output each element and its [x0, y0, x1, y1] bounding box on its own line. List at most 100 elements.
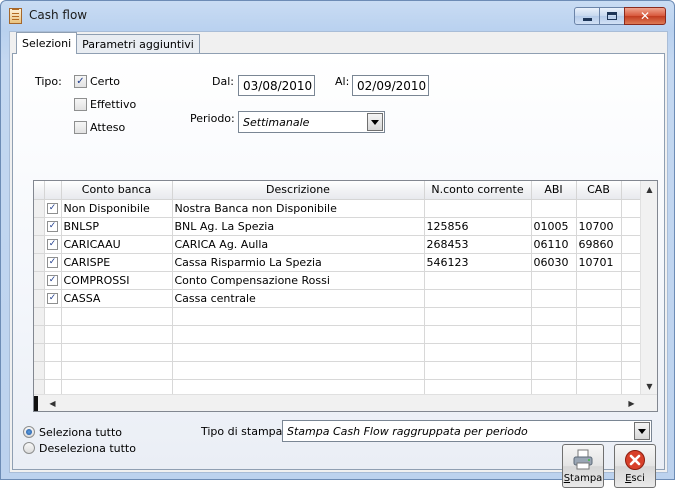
table-row[interactable]: ✓ CARISPE Cassa Risparmio La Spezia 546123 0…	[34, 253, 642, 272]
row-checkbox[interactable]: ✓	[47, 275, 58, 286]
window-controls: ✕	[574, 7, 666, 25]
column-header-cab[interactable]: CAB	[576, 181, 622, 200]
table-row[interactable]: ✓ COMPROSSI Conto Compensazione Rossi	[34, 271, 642, 290]
row-checkbox[interactable]: ✓	[47, 203, 58, 214]
cell-abi[interactable]: 01005	[531, 217, 577, 236]
column-header-descrizione[interactable]: Descrizione	[172, 181, 425, 200]
horizontal-scrollbar[interactable]: ◀ ▶	[34, 394, 657, 411]
seleziona-tutto-radio[interactable]	[23, 426, 35, 438]
cell-cab[interactable]	[576, 271, 622, 290]
cell-abi[interactable]: 06030	[531, 253, 577, 272]
row-checkbox-cell[interactable]: ✓	[44, 253, 62, 272]
row-indicator	[34, 325, 45, 344]
cell-conto-banca[interactable]: BNLSP	[61, 217, 173, 236]
row-checkbox[interactable]: ✓	[47, 239, 58, 250]
cell-abi[interactable]	[531, 271, 577, 290]
minimize-button[interactable]	[574, 7, 600, 25]
cell-abi[interactable]	[531, 199, 577, 218]
empty-row	[34, 361, 642, 380]
empty-cell	[61, 307, 173, 326]
cell-nconto[interactable]	[424, 289, 532, 308]
tipo-stampa-label: Tipo di stampa:	[201, 425, 287, 438]
cell-nconto[interactable]: 268453	[424, 235, 532, 254]
cell-cab[interactable]: 10700	[576, 217, 622, 236]
row-checkbox-cell[interactable]: ✓	[44, 235, 62, 254]
cell-conto-banca[interactable]: CARISPE	[61, 253, 173, 272]
row-indicator[interactable]	[34, 289, 45, 308]
row-checkbox-cell[interactable]: ✓	[44, 217, 62, 236]
row-checkbox[interactable]: ✓	[47, 293, 58, 304]
column-header-conto-banca[interactable]: Conto banca	[61, 181, 173, 200]
al-date-field[interactable]: 02/09/2010	[352, 75, 429, 96]
cell-descrizione[interactable]: Cassa centrale	[172, 289, 425, 308]
row-indicator[interactable]	[34, 199, 45, 218]
cell-cab[interactable]: 10701	[576, 253, 622, 272]
esci-button[interactable]: Esci	[614, 444, 656, 488]
cell-abi[interactable]	[531, 289, 577, 308]
table-row[interactable]: ✓ Non Disponibile Nostra Banca non Disponi…	[34, 199, 642, 218]
cell-descrizione[interactable]: CARICA Ag. Aulla	[172, 235, 425, 254]
cell-conto-banca[interactable]: CARICAAU	[61, 235, 173, 254]
cell-conto-banca[interactable]: CASSA	[61, 289, 173, 308]
tab-selezioni[interactable]: Selezioni	[16, 32, 78, 54]
atteso-checkbox[interactable]	[74, 121, 87, 134]
certo-checkbox[interactable]	[74, 75, 87, 88]
row-indicator[interactable]	[34, 253, 45, 272]
row-checkbox-cell[interactable]: ✓	[44, 199, 62, 218]
cell-extra	[621, 253, 642, 272]
effettivo-checkbox[interactable]	[74, 98, 87, 111]
row-checkbox-cell[interactable]: ✓	[44, 289, 62, 308]
app-icon	[9, 8, 22, 24]
row-indicator[interactable]	[34, 271, 45, 290]
cell-descrizione[interactable]: Cassa Risparmio La Spezia	[172, 253, 425, 272]
cell-abi[interactable]: 06110	[531, 235, 577, 254]
empty-cell	[424, 325, 532, 344]
row-indicator[interactable]	[34, 235, 45, 254]
cell-cab[interactable]: 69860	[576, 235, 622, 254]
empty-cell	[172, 325, 425, 344]
close-button[interactable]: ✕	[624, 7, 666, 25]
row-checkbox[interactable]: ✓	[47, 221, 58, 232]
cell-nconto[interactable]: 125856	[424, 217, 532, 236]
cell-nconto[interactable]: 546123	[424, 253, 532, 272]
cell-extra	[621, 235, 642, 254]
grid-header-row: Conto banca Descrizione N.conto corrente…	[34, 181, 642, 200]
scroll-up-icon[interactable]: ▲	[641, 181, 657, 198]
cell-descrizione[interactable]: Nostra Banca non Disponibile	[172, 199, 425, 218]
row-checkbox-cell[interactable]: ✓	[44, 271, 62, 290]
row-checkbox[interactable]: ✓	[47, 257, 58, 268]
cell-cab[interactable]	[576, 199, 622, 218]
scroll-down-icon[interactable]: ▼	[641, 378, 657, 395]
cell-descrizione[interactable]: BNL Ag. La Spezia	[172, 217, 425, 236]
vertical-scrollbar[interactable]: ▲ ▼	[640, 181, 657, 395]
empty-cell	[621, 343, 642, 362]
tab-parametri-aggiuntivi[interactable]: Parametri aggiuntivi	[76, 34, 200, 54]
tipo-stampa-select[interactable]: Stampa Cash Flow raggruppata per periodo	[282, 420, 652, 442]
column-header-abi[interactable]: ABI	[531, 181, 577, 200]
cell-descrizione[interactable]: Conto Compensazione Rossi	[172, 271, 425, 290]
cell-conto-banca[interactable]: Non Disponibile	[61, 199, 173, 218]
stampa-button[interactable]: Stampa	[562, 444, 604, 488]
deseleziona-tutto-radio[interactable]	[23, 442, 35, 454]
table-row[interactable]: ✓ BNLSP BNL Ag. La Spezia 125856 01005 10700	[34, 217, 642, 236]
periodo-value: Settimanale	[243, 116, 310, 129]
cell-nconto[interactable]	[424, 271, 532, 290]
table-row[interactable]: ✓ CARICAAU CARICA Ag. Aulla 268453 06110 6986…	[34, 235, 642, 254]
scroll-right-icon[interactable]: ▶	[623, 395, 640, 411]
cell-nconto[interactable]	[424, 199, 532, 218]
column-header-nconto[interactable]: N.conto corrente	[424, 181, 532, 200]
dal-date-field[interactable]: 03/08/2010	[238, 75, 315, 96]
table-row[interactable]: ✓ CASSA Cassa centrale	[34, 289, 642, 308]
scroll-left-icon[interactable]: ◀	[44, 395, 61, 411]
cell-cab[interactable]	[576, 289, 622, 308]
empty-cell	[44, 307, 62, 326]
maximize-button[interactable]	[599, 7, 625, 25]
title-bar[interactable]: Cash flow ✕	[1, 1, 674, 31]
row-indicator[interactable]	[34, 217, 45, 236]
chevron-down-icon[interactable]	[634, 422, 650, 440]
chevron-down-icon[interactable]	[367, 113, 383, 131]
cell-conto-banca[interactable]: COMPROSSI	[61, 271, 173, 290]
periodo-select[interactable]: Settimanale	[238, 111, 385, 133]
horizontal-scroll-thumb[interactable]	[34, 396, 38, 411]
cash-flow-window: Cash flow ✕ Selezioni Parametri aggiunti…	[0, 0, 675, 488]
